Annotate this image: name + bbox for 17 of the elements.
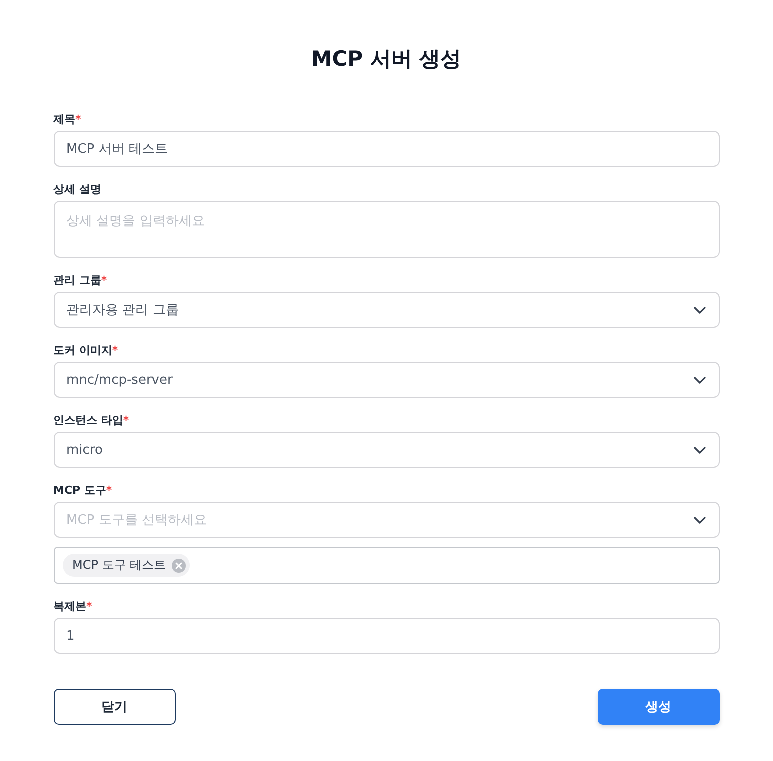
tag-label: MCP 도구 테스트 [72, 557, 166, 574]
text-input-field[interactable]: 1 [54, 618, 720, 654]
field-label: 상세 설명 [54, 182, 102, 198]
dialog-title: MCP 서버 생성 [310, 46, 463, 73]
field-label: MCP 도구* [54, 483, 114, 499]
select-field[interactable]: 관리자용 관리 그룹 [54, 292, 720, 328]
textarea-field[interactable]: 상세 설명을 입력하세요 [54, 201, 720, 258]
field-label: 제목* [54, 112, 82, 128]
text-input-field[interactable]: MCP 서버 테스트 [54, 131, 720, 167]
field-label: 복제본* [54, 599, 94, 615]
create-button[interactable]: 생성 [598, 689, 720, 725]
close-button[interactable]: 닫기 [54, 689, 176, 725]
field-label: 도커 이미지* [54, 343, 120, 359]
field-label: 관리 그룹* [54, 273, 108, 289]
select-field[interactable]: micro [54, 432, 720, 468]
field-label: 인스턴스 타입* [54, 413, 130, 429]
select-field[interactable]: mnc/mcp-server [54, 362, 720, 398]
